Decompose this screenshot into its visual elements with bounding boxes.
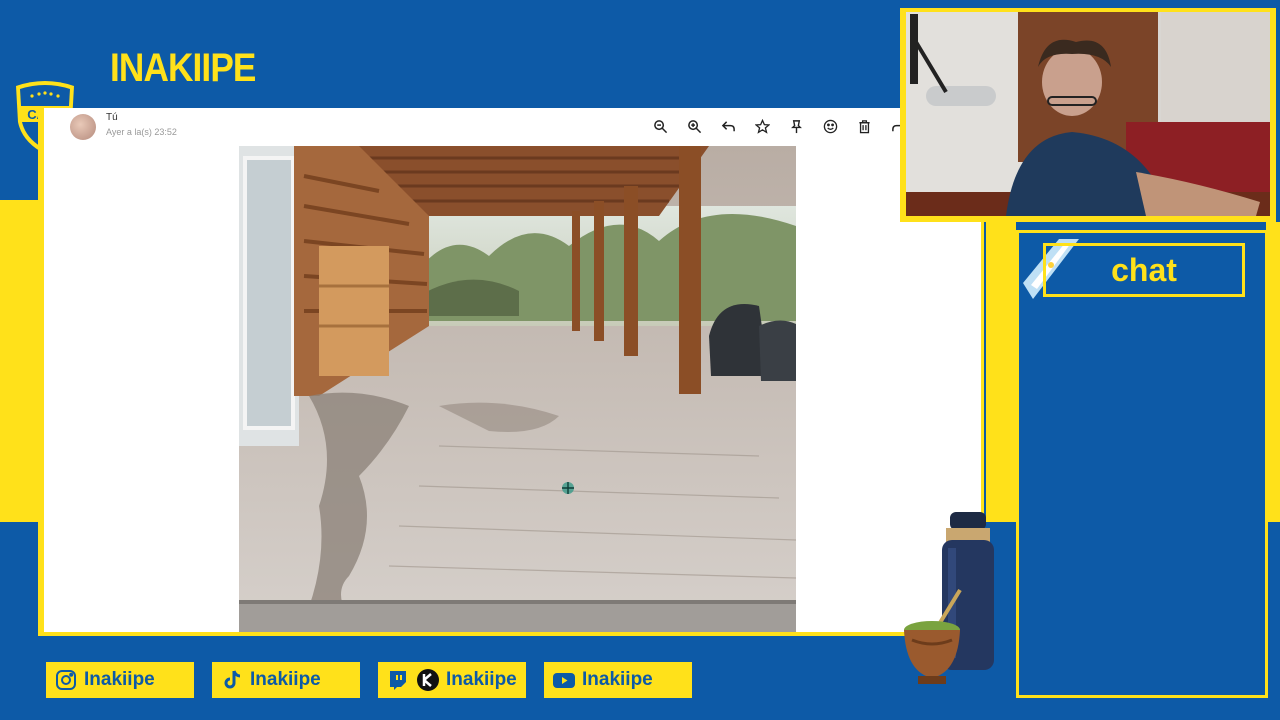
tiktok-icon	[220, 668, 244, 692]
social-instagram[interactable]: Inakiipe	[46, 662, 194, 698]
right-yellow-stripe	[986, 222, 1016, 522]
social-twitch-kick[interactable]: Inakiipe	[378, 662, 526, 698]
zoom-in-icon	[687, 119, 701, 133]
zoom-in-button[interactable]	[684, 116, 704, 136]
chat-title: chat	[1111, 251, 1177, 288]
viewer-toolbar	[650, 116, 908, 136]
sender-name[interactable]: Tú	[106, 112, 177, 123]
webcam-feed	[906, 12, 1270, 216]
reply-icon	[721, 120, 735, 131]
instagram-icon	[54, 668, 78, 692]
youtube-icon	[552, 668, 576, 692]
sender-avatar[interactable]	[70, 114, 96, 140]
kick-icon	[416, 668, 440, 692]
star-button[interactable]	[752, 116, 772, 136]
left-yellow-stripe	[0, 200, 38, 522]
zoom-out-button[interactable]	[650, 116, 670, 136]
delete-icon	[858, 119, 870, 133]
social-label: Inakiipe	[582, 669, 653, 690]
mate-icon	[904, 588, 962, 684]
reply-button[interactable]	[718, 116, 738, 136]
sender-time: Ayer a la(s) 23:52	[106, 127, 177, 137]
social-tiktok[interactable]: Inakiipe	[212, 662, 360, 698]
social-label: Inakiipe	[84, 669, 155, 690]
social-links: Inakiipe Inakiipe Inakiipe Inakiipe	[46, 662, 692, 698]
pin-icon	[790, 119, 802, 133]
twitch-icon	[386, 668, 410, 692]
star-icon	[754, 118, 770, 134]
chat-header: chat	[1043, 243, 1245, 297]
emoji-button[interactable]	[820, 116, 840, 136]
porch-photo[interactable]	[239, 146, 796, 632]
social-label: Inakiipe	[250, 669, 321, 690]
far-right-yellow-stripe	[1266, 222, 1280, 522]
image-viewer: Tú Ayer a la(s) 23:52	[38, 108, 908, 636]
emoji-icon	[823, 119, 837, 133]
channel-title: INAKIIPE	[110, 46, 256, 90]
zoom-out-icon	[653, 119, 667, 133]
social-label: Inakiipe	[446, 669, 517, 690]
chat-panel: chat	[1016, 230, 1268, 698]
social-youtube[interactable]: Inakiipe	[544, 662, 692, 698]
move-cursor-icon	[562, 482, 574, 494]
delete-button[interactable]	[854, 116, 874, 136]
pin-button[interactable]	[786, 116, 806, 136]
sender-info: Tú Ayer a la(s) 23:52	[70, 112, 177, 140]
